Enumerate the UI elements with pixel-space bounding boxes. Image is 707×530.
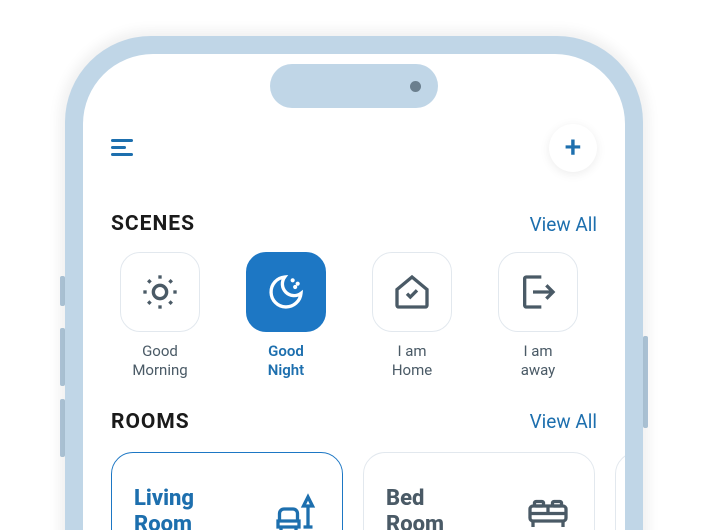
scene-good-night[interactable]: Good Night — [237, 252, 335, 380]
room-label: Living Room — [134, 486, 194, 530]
scene-label: I am Home — [363, 342, 461, 380]
moon-icon — [266, 272, 306, 312]
room-label: Bed Room — [386, 486, 444, 530]
scenes-title: SCENES — [111, 212, 195, 236]
add-button[interactable]: + — [549, 124, 597, 172]
room-bed-room[interactable]: Bed Room — [363, 452, 595, 530]
bed-icon — [524, 488, 572, 530]
rooms-row: Living Room Bed Room — [111, 452, 597, 530]
scenes-row: Good Morning Good Night I am Home — [111, 252, 597, 380]
scene-i-am-home[interactable]: I am Home — [363, 252, 461, 380]
scene-label: Good Night — [237, 342, 335, 380]
top-bar: + — [111, 126, 597, 170]
menu-button[interactable] — [111, 134, 139, 162]
sofa-lamp-icon — [272, 488, 320, 530]
room-living-room[interactable]: Living Room — [111, 452, 343, 530]
rooms-title: ROOMS — [111, 410, 190, 434]
phone-screen: + SCENES View All Good Morning — [83, 54, 625, 530]
scene-label: Good Morning — [111, 342, 209, 380]
scene-good-morning[interactable]: Good Morning — [111, 252, 209, 380]
sun-icon — [140, 272, 180, 312]
room-dining-room[interactable]: Di R — [615, 452, 625, 530]
scenes-header: SCENES View All — [111, 212, 597, 236]
home-check-icon — [392, 272, 432, 312]
scene-i-am-away[interactable]: I am away — [489, 252, 587, 380]
exit-icon — [518, 272, 558, 312]
phone-power-button — [643, 336, 648, 428]
scenes-view-all[interactable]: View All — [530, 213, 597, 236]
rooms-header: ROOMS View All — [111, 410, 597, 434]
scene-label: I am away — [489, 342, 587, 380]
plus-icon: + — [565, 133, 582, 163]
phone-frame: + SCENES View All Good Morning — [65, 36, 643, 530]
rooms-view-all[interactable]: View All — [530, 410, 597, 433]
